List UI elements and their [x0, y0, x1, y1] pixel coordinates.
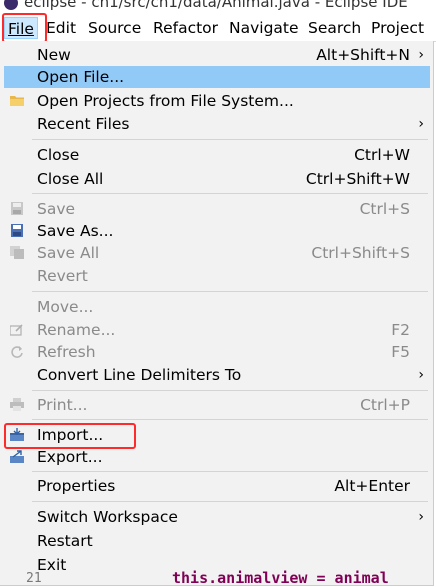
menu-separator	[32, 390, 428, 391]
menu-item-label: Recent Files	[37, 115, 130, 133]
menu-item-save[interactable]: Save Ctrl+S	[4, 198, 430, 220]
menu-item-label: Refresh	[37, 343, 96, 361]
menu-item-label: Properties	[37, 477, 116, 495]
menu-separator	[32, 471, 428, 472]
menu-item-accelerator: Ctrl+P	[360, 396, 410, 414]
menu-item-label: Import...	[37, 426, 104, 444]
menu-edit[interactable]: Edit	[43, 17, 79, 39]
rename-icon	[10, 324, 23, 336]
menu-item-label: Convert Line Delimiters To	[37, 366, 242, 384]
menu-item-accelerator: Ctrl+S	[359, 200, 410, 218]
menu-item-rename[interactable]: Rename... F2	[4, 319, 430, 341]
menu-item-accelerator: Alt+Enter	[334, 477, 410, 495]
menu-item-label: Export...	[37, 448, 103, 466]
menu-item-close-all[interactable]: Close All Ctrl+Shift+W	[4, 168, 430, 190]
menu-item-accelerator: Ctrl+Shift+S	[311, 244, 410, 262]
menu-item-print[interactable]: Print... Ctrl+P	[4, 394, 430, 416]
menu-edit-label: Edit	[46, 19, 77, 37]
menu-item-save-all[interactable]: Save All Ctrl+Shift+S	[4, 242, 430, 264]
editor-code-line: this.animalview = animal	[172, 569, 389, 587]
menu-refactor[interactable]: Refactor	[150, 17, 221, 39]
menu-item-save-as[interactable]: Save As...	[4, 220, 430, 242]
menu-source-label: Source	[88, 19, 142, 37]
menu-file[interactable]: File	[4, 17, 38, 39]
menu-item-convert-line-delimiters[interactable]: Convert Line Delimiters To ›	[4, 364, 430, 386]
menu-item-new[interactable]: New Alt+Shift+N ›	[4, 44, 430, 66]
menu-item-label: Save All	[37, 244, 100, 262]
menu-item-revert[interactable]: Revert	[4, 265, 430, 287]
menu-item-label: Open Projects from File System...	[37, 92, 294, 110]
menu-item-label: Open File...	[37, 68, 125, 86]
save-icon	[11, 202, 23, 215]
menu-item-properties[interactable]: Properties Alt+Enter	[4, 475, 430, 497]
menu-separator	[32, 193, 428, 194]
menu-search-label: Search	[308, 19, 362, 37]
menu-item-import[interactable]: Import...	[4, 424, 430, 446]
menu-item-label: Save	[37, 200, 76, 218]
menu-item-open-projects[interactable]: Open Projects from File System...	[4, 90, 430, 112]
menu-project-label: Project	[371, 19, 425, 37]
menu-item-label: Move...	[37, 298, 94, 316]
menu-item-label: Rename...	[37, 321, 116, 339]
menu-item-label: Save As...	[37, 222, 114, 240]
menu-item-accelerator: Ctrl+Shift+W	[305, 170, 410, 188]
eclipse-app-icon	[4, 0, 18, 10]
menu-item-move[interactable]: Move...	[4, 296, 430, 318]
menu-item-label: Close All	[37, 170, 104, 188]
save-all-icon	[10, 246, 24, 259]
menu-item-label: Revert	[37, 267, 88, 285]
window-titlebar: eclipse - ch1/src/ch1/data/Animal.java -…	[0, 0, 436, 14]
menu-item-label: Switch Workspace	[37, 508, 178, 526]
menu-item-close[interactable]: Close Ctrl+W	[4, 144, 430, 166]
refresh-icon	[11, 346, 23, 358]
menu-item-export[interactable]: Export...	[4, 446, 430, 468]
menu-item-label: Restart	[37, 532, 93, 550]
chevron-right-icon: ›	[418, 116, 424, 132]
menu-item-accelerator: Ctrl+W	[354, 146, 410, 164]
menu-separator	[32, 501, 428, 502]
menu-item-switch-workspace[interactable]: Switch Workspace ›	[4, 506, 430, 528]
menu-item-open-file[interactable]: Open File...	[4, 66, 430, 88]
menu-item-accelerator: F2	[391, 321, 410, 339]
menu-source[interactable]: Source	[85, 17, 144, 39]
print-icon	[10, 398, 24, 411]
menu-search[interactable]: Search	[305, 17, 364, 39]
menu-item-refresh[interactable]: Refresh F5	[4, 341, 430, 363]
menu-project[interactable]: Project	[368, 17, 427, 39]
chevron-right-icon: ›	[418, 509, 424, 525]
menu-item-label: Close	[37, 146, 80, 164]
menu-navigate[interactable]: Navigate	[226, 17, 302, 39]
menu-item-recent-files[interactable]: Recent Files ›	[4, 113, 430, 135]
folder-icon	[10, 96, 24, 106]
menubar: File Edit Source Refactor Navigate Searc…	[0, 14, 436, 42]
menu-separator	[32, 291, 428, 292]
menu-navigate-label: Navigate	[229, 19, 299, 37]
menu-item-restart[interactable]: Restart	[4, 530, 430, 552]
menu-item-label: New	[37, 46, 71, 64]
menu-refactor-label: Refactor	[153, 19, 219, 37]
menu-file-label: File	[8, 20, 34, 38]
menu-separator	[32, 139, 428, 140]
menu-item-accelerator: F5	[391, 343, 410, 361]
save-as-icon	[11, 224, 23, 237]
import-icon	[10, 428, 24, 441]
file-menu-dropdown: New Alt+Shift+N › Open File... Open Proj…	[0, 41, 434, 586]
export-icon	[10, 450, 24, 463]
chevron-right-icon: ›	[418, 367, 424, 383]
menu-separator	[32, 419, 428, 420]
editor-line-number: 21	[26, 571, 42, 586]
menu-item-label: Print...	[37, 396, 88, 414]
chevron-right-icon: ›	[418, 47, 424, 63]
menu-item-accelerator: Alt+Shift+N	[316, 46, 410, 64]
window-title: eclipse - ch1/src/ch1/data/Animal.java -…	[24, 0, 408, 11]
